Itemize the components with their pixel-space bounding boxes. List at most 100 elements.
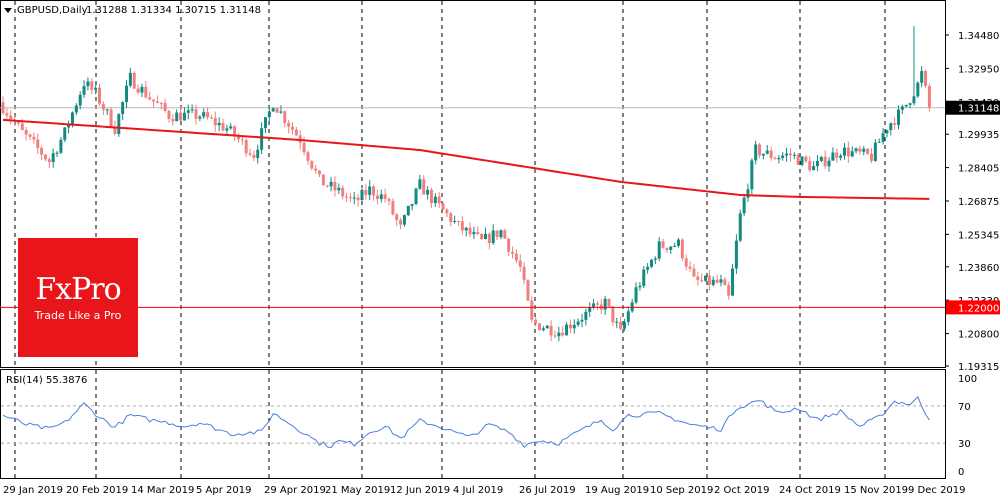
candle-body <box>456 221 460 223</box>
candle-body <box>750 160 754 190</box>
date-label: 29 Apr 2019 <box>264 485 326 496</box>
candle-body <box>511 251 515 254</box>
candle-body <box>704 275 708 281</box>
date-label: 10 Sep 2019 <box>650 485 713 496</box>
candle-body <box>854 148 858 152</box>
logo-brand: FxPro <box>35 272 121 307</box>
candle-body <box>638 285 642 288</box>
candle-body <box>761 153 765 156</box>
candle-body <box>244 140 248 154</box>
candle-body <box>9 115 13 120</box>
candle-body <box>256 149 260 159</box>
candle-body <box>163 103 167 111</box>
candle-body <box>379 194 383 200</box>
price-tick-label: 1.26875 <box>958 197 999 208</box>
candle-body <box>410 203 414 206</box>
candle-body <box>294 129 298 136</box>
rsi-label: RSI(14) 55.3876 <box>6 375 87 386</box>
candle-body <box>337 187 341 191</box>
current-price-label: 1.31148 <box>958 104 999 115</box>
candle-body <box>846 147 850 157</box>
candle-body <box>677 239 680 246</box>
candle-body <box>283 111 287 123</box>
rsi-panel-frame <box>0 369 946 479</box>
candle-body <box>267 111 271 118</box>
candle-body <box>657 241 661 259</box>
candle-body <box>927 86 931 108</box>
candle-body <box>688 266 692 269</box>
candle-body <box>831 152 835 161</box>
candle-body <box>476 232 480 235</box>
candle-body <box>333 181 337 191</box>
candle-body <box>117 114 121 134</box>
candle-body <box>314 168 318 171</box>
candle-body <box>468 227 472 235</box>
candle-body <box>171 118 175 122</box>
candle-body <box>213 117 217 126</box>
candle-body <box>862 148 866 152</box>
candle-body <box>345 196 349 198</box>
candle-body <box>665 247 669 250</box>
candle-body <box>140 86 144 93</box>
candle-body <box>785 153 789 156</box>
candle-body <box>696 276 700 280</box>
candle-body <box>101 103 105 110</box>
price-tick-label: 1.29935 <box>958 130 999 141</box>
candle-body <box>480 234 484 240</box>
candle-body <box>642 269 646 286</box>
ohlc-values: 1.31288 1.31334 1.30715 1.31148 <box>86 5 261 16</box>
candle-body <box>530 300 534 320</box>
candle-body <box>684 258 688 267</box>
candle-body <box>819 156 823 161</box>
candle-body <box>731 268 735 296</box>
candle-body <box>406 205 410 216</box>
candle-body <box>418 179 422 189</box>
candle-body <box>144 86 148 98</box>
candle-body <box>383 194 387 200</box>
candle-body <box>24 130 28 135</box>
candle-body <box>603 298 607 310</box>
candle-body <box>522 266 526 281</box>
candle-body <box>429 189 433 204</box>
candle-body <box>59 139 63 153</box>
candle-body <box>206 112 210 118</box>
candle-body <box>742 197 746 214</box>
candle-body <box>360 189 364 201</box>
candle-body <box>263 117 267 129</box>
candle-body <box>387 199 391 202</box>
candle-body <box>545 325 549 329</box>
gbpusd-chart[interactable]: 1.344801.329501.314201.299351.284051.268… <box>0 0 1000 500</box>
candle-body <box>395 214 399 221</box>
candle-body <box>518 260 522 267</box>
candle-body <box>179 112 183 121</box>
price-tick-label: 1.28405 <box>958 164 999 175</box>
candle-body <box>858 148 862 152</box>
candle-body <box>765 150 769 154</box>
candle-body <box>796 154 800 165</box>
candle-body <box>109 109 113 127</box>
candle-body <box>622 321 626 329</box>
candle-body <box>773 158 777 160</box>
candle-body <box>55 152 59 154</box>
candle-body <box>507 238 511 252</box>
candle-body <box>538 323 542 331</box>
candle-body <box>580 319 584 322</box>
candle-body <box>595 303 599 305</box>
candle-body <box>70 112 74 125</box>
candle-body <box>422 179 426 195</box>
candle-body <box>514 253 518 261</box>
candle-body <box>236 136 240 140</box>
candle-body <box>503 230 507 239</box>
candle-body <box>20 123 24 131</box>
candle-body <box>221 122 225 131</box>
date-label: 20 Feb 2019 <box>66 485 128 496</box>
candle-body <box>51 153 55 163</box>
date-label: 5 Apr 2019 <box>196 485 251 496</box>
candle-body <box>572 324 576 329</box>
date-label: 12 Jun 2019 <box>390 485 450 496</box>
rsi-tick-label: 0 <box>958 467 964 478</box>
candle-body <box>788 153 792 156</box>
candle-body <box>348 197 352 199</box>
candle-body <box>484 233 487 240</box>
candle-body <box>870 153 873 161</box>
